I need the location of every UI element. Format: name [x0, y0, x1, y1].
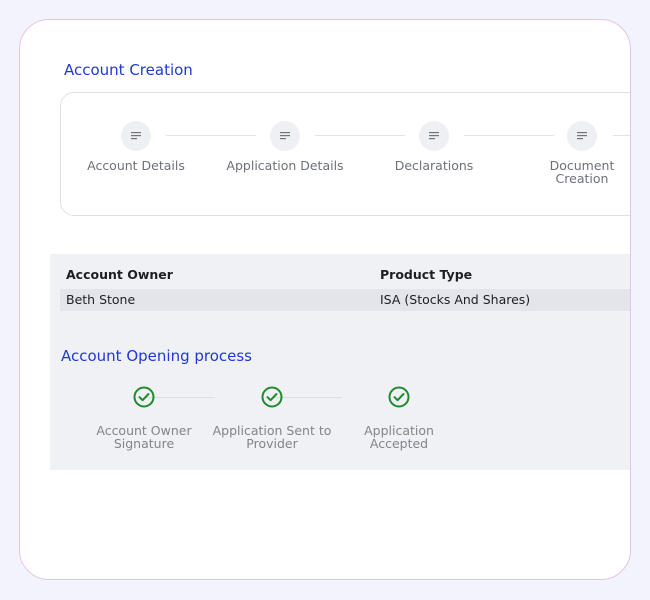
- check-circle-icon: [388, 386, 410, 408]
- header-product-type: Product Type: [380, 267, 473, 282]
- step-application-details[interactable]: Application Details: [215, 93, 355, 217]
- cell-account-owner: Beth Stone: [66, 292, 136, 307]
- document-lines-icon: [270, 121, 300, 151]
- process-step-application-accepted: Application Accepted: [329, 386, 469, 456]
- process-step-sent-to-provider: Application Sent to Provider: [202, 386, 342, 456]
- account-summary-panel: Account Owner Product Type Beth Stone IS…: [50, 254, 630, 470]
- account-opening-title: Account Opening process: [61, 347, 253, 365]
- process-step-label: Application Accepted: [364, 423, 434, 451]
- table-row: Beth Stone ISA (Stocks And Shares): [60, 289, 630, 311]
- account-card: Account Creation Account Details Applica…: [19, 19, 631, 580]
- header-account-owner: Account Owner: [66, 267, 173, 282]
- document-lines-icon: [121, 121, 151, 151]
- process-step-label: Account Owner Signature: [96, 423, 192, 451]
- check-circle-icon: [133, 386, 155, 408]
- step-label: Declarations: [394, 158, 474, 173]
- account-creation-stepper: Account Details Application Details Decl…: [60, 92, 630, 217]
- cell-product-type: ISA (Stocks And Shares): [380, 292, 531, 307]
- process-step-owner-signature: Account Owner Signature: [74, 386, 214, 456]
- check-circle-icon: [261, 386, 283, 408]
- document-lines-icon: [419, 121, 449, 151]
- step-label: Document Creation: [549, 158, 615, 186]
- table-header: Account Owner Product Type: [60, 262, 630, 288]
- step-label: Account Details: [87, 158, 185, 173]
- step-document-creation[interactable]: Document Creation: [512, 93, 630, 217]
- step-label: Application Details: [226, 158, 344, 173]
- document-lines-icon: [567, 121, 597, 151]
- step-declarations[interactable]: Declarations: [364, 93, 504, 217]
- account-creation-title: Account Creation: [64, 61, 193, 79]
- process-step-label: Application Sent to Provider: [212, 423, 332, 451]
- step-account-details[interactable]: Account Details: [66, 93, 206, 217]
